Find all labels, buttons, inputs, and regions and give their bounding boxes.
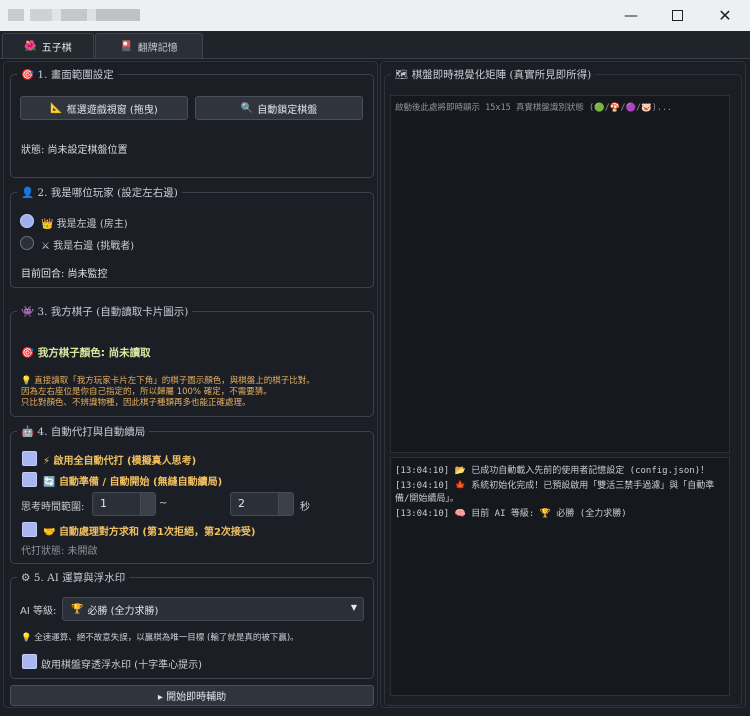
auto-draw-label: 🤝 自動處理對方求和 (第1次拒絕，第2次接受)	[43, 527, 256, 538]
hint-line-3: 只比對顏色、不辨識物種，因此棋子種類再多也能正確處理。	[21, 398, 251, 408]
bulb-icon: 💡	[21, 633, 32, 643]
tab-memory[interactable]: 🎴 翻牌記憶	[95, 33, 203, 58]
section-title: 👤 2. 我是哪位玩家 (設定左右邊)	[17, 185, 182, 200]
auto-lock-board-button[interactable]: 🔍 自動鎖定棋盤	[195, 96, 363, 120]
gear-icon: ⚙	[21, 572, 31, 584]
tab-bar: 🌺 五子棋 🎴 翻牌記憶	[0, 31, 750, 59]
auto-play-checkbox[interactable]	[22, 451, 37, 466]
target-icon: 🎯	[21, 347, 35, 359]
robot-icon: 🤖	[21, 426, 35, 438]
board-status: 狀態: 尚未設定棋盤位置	[21, 145, 128, 156]
auto-ready-checkbox[interactable]	[22, 472, 37, 487]
section-auto-play: 🤖 4. 自動代打與自動續局 ⚡ 啟用全自動代打 (模擬真人思考) 🔄 自動準備…	[10, 424, 374, 564]
tab-label: 五子棋	[41, 42, 72, 54]
section-title: 🤖 4. 自動代打與自動續局	[17, 424, 150, 439]
log-entry: [13:04:10] 📂 已成功自動載入先前的使用者記憶設定 (config.j…	[395, 466, 710, 476]
section-ai-watermark: ⚙ 5. AI 運算與浮水印 AI 等級: 🏆 必勝 (全力求勝) ▼ 💡 全速運…	[10, 570, 374, 679]
sync-icon: 🔄	[43, 477, 56, 488]
ruler-icon: 📐	[50, 102, 63, 114]
window-title-blurred	[30, 9, 140, 21]
watermark-label: 啟用棋盤穿透浮水印 (十字準心提示)	[41, 660, 202, 671]
section-player-side: 👤 2. 我是哪位玩家 (設定左右邊) 👑 我是左邊 (房主) ⚔ 我是右邊 (…	[10, 185, 374, 288]
folder-icon: 📂	[454, 466, 466, 476]
think-max-spinbox[interactable]: 2	[230, 492, 294, 516]
left-player-label: 👑 我是左邊 (房主)	[41, 219, 128, 230]
ai-level-label: AI 等級:	[20, 606, 57, 617]
minimize-button[interactable]: —	[608, 0, 654, 31]
start-assist-button[interactable]: ▸ 開始即時輔助	[10, 685, 374, 706]
log-panel: [13:04:10] 📂 已成功自動載入先前的使用者記憶設定 (config.j…	[390, 457, 730, 696]
close-button[interactable]: ✕	[702, 0, 748, 31]
section-my-piece: 👾 3. 我方棋子 (自動讀取卡片圖示) 🎯 我方棋子顏色: 尚未讀取 💡 直接…	[10, 304, 374, 417]
right-player-radio[interactable]	[20, 236, 34, 250]
auto-play-status: 代打狀態: 未開啟	[21, 546, 98, 557]
section-title: 👾 3. 我方棋子 (自動讀取卡片圖示)	[17, 304, 193, 319]
target-icon: 🎯	[21, 69, 35, 81]
lightning-icon: ⚡	[43, 456, 51, 467]
crown-icon: 👑	[41, 219, 54, 230]
app-icon	[8, 9, 24, 21]
ai-level-hint: 💡 全速運算、絕不故意失誤，以贏棋為唯一目標 (輸了就是真的被下贏)。	[21, 633, 299, 643]
spin-arrows[interactable]	[278, 493, 293, 515]
select-window-button[interactable]: 📐 框選遊戲視窗 (拖曳)	[20, 96, 188, 120]
map-icon: 🗺	[395, 69, 409, 81]
section-screen-range: 🎯 1. 畫面範圍設定 📐 框選遊戲視窗 (拖曳) 🔍 自動鎖定棋盤 狀態: 尚未設…	[10, 67, 374, 178]
swords-icon: ⚔	[41, 241, 50, 252]
log-entry-continued: 備/開始續局」。	[395, 494, 459, 504]
log-entry: [13:04:10] 🍁 系統初始化完成！已預設啟用「雙活三禁手過濾」與「自動準	[395, 481, 715, 491]
right-player-label: ⚔ 我是右邊 (挑戰者)	[41, 241, 135, 252]
watermark-checkbox[interactable]	[22, 654, 37, 669]
ai-level-select[interactable]: 🏆 必勝 (全力求勝) ▼	[62, 597, 364, 621]
brain-icon: 🧠	[454, 509, 466, 519]
think-time-label: 思考時間範圍:	[21, 502, 85, 513]
seconds-label: 秒	[300, 502, 310, 513]
maple-leaf-icon: 🍁	[454, 481, 466, 491]
board-matrix-display: 啟動後此處將即時顯示 15x15 真實棋盤識別狀態 (🟢/🍄/🟣/🐷)...	[390, 95, 730, 453]
think-min-spinbox[interactable]: 1	[92, 492, 156, 516]
title-bar: — ✕	[0, 0, 750, 32]
auto-draw-checkbox[interactable]	[22, 522, 37, 537]
section-title: ⚙ 5. AI 運算與浮水印	[17, 570, 130, 585]
tab-label: 翻牌記憶	[137, 42, 178, 54]
auto-ready-label: 🔄 自動準備 / 自動開始 (無縫自動續局)	[43, 477, 223, 488]
flower-icon: 🌺	[24, 40, 37, 52]
user-icon: 👤	[21, 187, 35, 199]
tilde-label: ~	[159, 498, 168, 509]
section-title: 🎯 1. 畫面範圍設定	[17, 67, 118, 82]
minimize-icon: —	[624, 7, 638, 24]
trophy-icon: 🏆	[71, 603, 84, 615]
section-title: 🗺 棋盤即時視覺化矩陣 (真實所見即所得)	[391, 67, 596, 82]
alien-icon: 👾	[21, 306, 35, 318]
my-piece-color: 🎯 我方棋子顏色: 尚未讀取	[21, 347, 151, 359]
chevron-down-icon: ▼	[350, 603, 357, 612]
maximize-button[interactable]	[654, 0, 700, 31]
left-player-radio[interactable]	[20, 214, 34, 228]
maximize-icon	[671, 10, 683, 21]
tab-gomoku[interactable]: 🌺 五子棋	[2, 33, 94, 58]
spin-arrows[interactable]	[140, 493, 155, 515]
log-entry: [13:04:10] 🧠 目前 AI 等級: 🏆 必勝 (全力求勝)	[395, 509, 627, 519]
current-round: 目前回合: 尚未監控	[21, 269, 108, 280]
auto-play-label: ⚡ 啟用全自動代打 (模擬真人思考)	[43, 456, 197, 467]
handshake-icon: 🤝	[43, 527, 56, 538]
search-icon: 🔍	[240, 102, 254, 114]
close-icon: ✕	[718, 6, 732, 25]
matrix-placeholder: 啟動後此處將即時顯示 15x15 真實棋盤識別狀態 (🟢/🍄/🟣/🐷)...	[395, 103, 673, 113]
card-icon: 🎴	[120, 40, 133, 52]
